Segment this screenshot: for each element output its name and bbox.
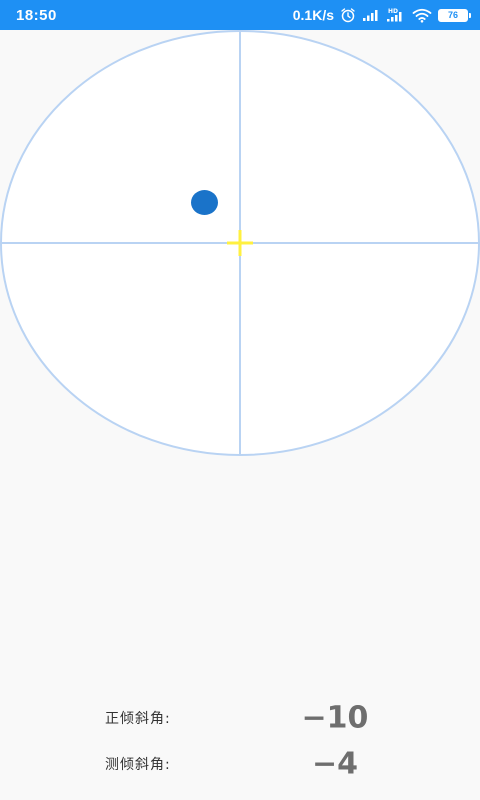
pitch-label: 正倾斜角: (105, 711, 171, 727)
svg-text:HD: HD (388, 8, 398, 15)
battery-icon: 76 (438, 8, 471, 22)
network-speed: 0.1K/s (292, 7, 334, 23)
roll-label: 测倾斜角: (105, 757, 171, 773)
pitch-value: −10 (301, 700, 369, 736)
alarm-icon (340, 7, 356, 23)
signal-icon (362, 8, 380, 22)
level-dial (0, 30, 480, 456)
status-time: 18:50 (16, 6, 57, 24)
status-indicators: 0.1K/s HD 76 (292, 7, 471, 23)
hd-signal-icon: HD (386, 7, 406, 23)
roll-row: 测倾斜角: −4 (0, 742, 480, 786)
level-bubble (191, 190, 218, 215)
bubble-level (0, 30, 480, 460)
status-bar: 18:50 0.1K/s HD 76 (0, 0, 480, 30)
wifi-icon (412, 8, 432, 23)
pitch-row: 正倾斜角: −10 (0, 696, 480, 740)
roll-value: −4 (311, 746, 358, 782)
battery-level: 76 (447, 10, 458, 20)
